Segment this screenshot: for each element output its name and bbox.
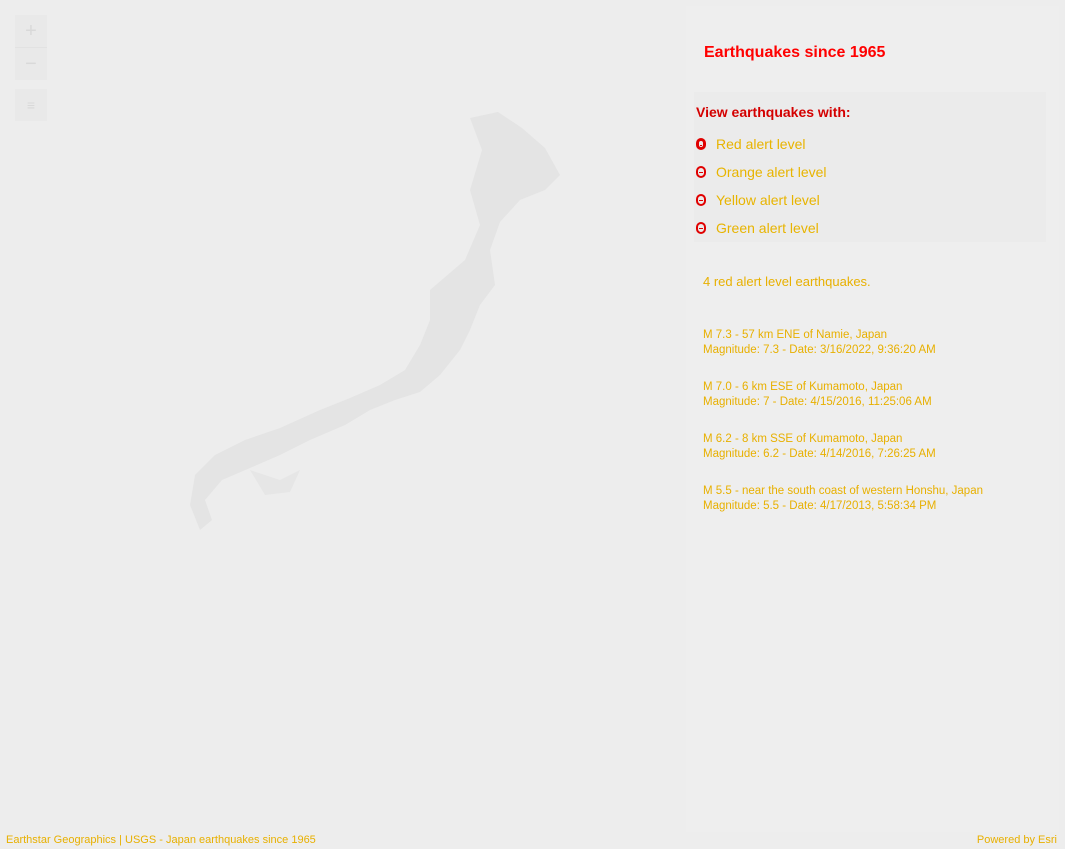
earthquake-panel: Earthquakes since 1965 View earthquakes …	[686, 6, 1059, 832]
earthquake-detail: Magnitude: 7.3 - Date: 3/16/2022, 9:36:2…	[703, 344, 936, 356]
panel-title: Earthquakes since 1965	[704, 44, 886, 61]
option-orange-alert[interactable]: Orange alert level	[696, 162, 827, 182]
earthquake-title: M 5.5 - near the south coast of western …	[703, 485, 983, 497]
results-summary: 4 red alert level earthquakes.	[703, 274, 871, 289]
map-attribution: Earthstar Geographics | USGS - Japan ear…	[6, 834, 316, 846]
option-red-alert[interactable]: Red alert level	[696, 134, 806, 154]
list-item[interactable]: M 7.0 - 6 km ESE of Kumamoto, Japan Magn…	[703, 380, 1043, 410]
earthquake-title: M 7.0 - 6 km ESE of Kumamoto, Japan	[703, 381, 903, 393]
list-item[interactable]: M 6.2 - 8 km SSE of Kumamoto, Japan Magn…	[703, 432, 1043, 462]
list-item[interactable]: M 5.5 - near the south coast of western …	[703, 484, 1043, 514]
list-item[interactable]: M 7.3 - 57 km ENE of Namie, Japan Magnit…	[703, 328, 1043, 358]
option-label: Red alert level	[716, 136, 806, 152]
radio-green-alert[interactable]	[696, 222, 706, 234]
filter-title: View earthquakes with:	[696, 104, 851, 120]
earthquake-title: M 6.2 - 8 km SSE of Kumamoto, Japan	[703, 433, 903, 445]
option-yellow-alert[interactable]: Yellow alert level	[696, 190, 820, 210]
zoom-in-button[interactable]: +	[15, 15, 47, 47]
alert-level-filter: View earthquakes with: Red alert level O…	[694, 92, 1046, 242]
layers-menu-button[interactable]: ≡	[15, 89, 47, 121]
option-label: Green alert level	[716, 220, 819, 236]
radio-yellow-alert[interactable]	[696, 194, 706, 206]
zoom-out-button[interactable]: −	[15, 48, 47, 80]
earthquake-detail: Magnitude: 7 - Date: 4/15/2016, 11:25:06…	[703, 396, 932, 408]
powered-by-link[interactable]: Powered by Esri	[977, 834, 1057, 846]
radio-orange-alert[interactable]	[696, 166, 706, 178]
earthquake-detail: Magnitude: 5.5 - Date: 4/17/2013, 5:58:3…	[703, 500, 937, 512]
earthquake-detail: Magnitude: 6.2 - Date: 4/14/2016, 7:26:2…	[703, 448, 936, 460]
earthquake-title: M 7.3 - 57 km ENE of Namie, Japan	[703, 329, 888, 341]
menu-icon: ≡	[26, 97, 36, 113]
option-green-alert[interactable]: Green alert level	[696, 218, 819, 238]
option-label: Yellow alert level	[716, 192, 820, 208]
zoom-control: + −	[15, 15, 47, 80]
option-label: Orange alert level	[716, 164, 827, 180]
earthquake-list: M 7.3 - 57 km ENE of Namie, Japan Magnit…	[703, 328, 1043, 536]
radio-red-alert[interactable]	[696, 138, 706, 150]
